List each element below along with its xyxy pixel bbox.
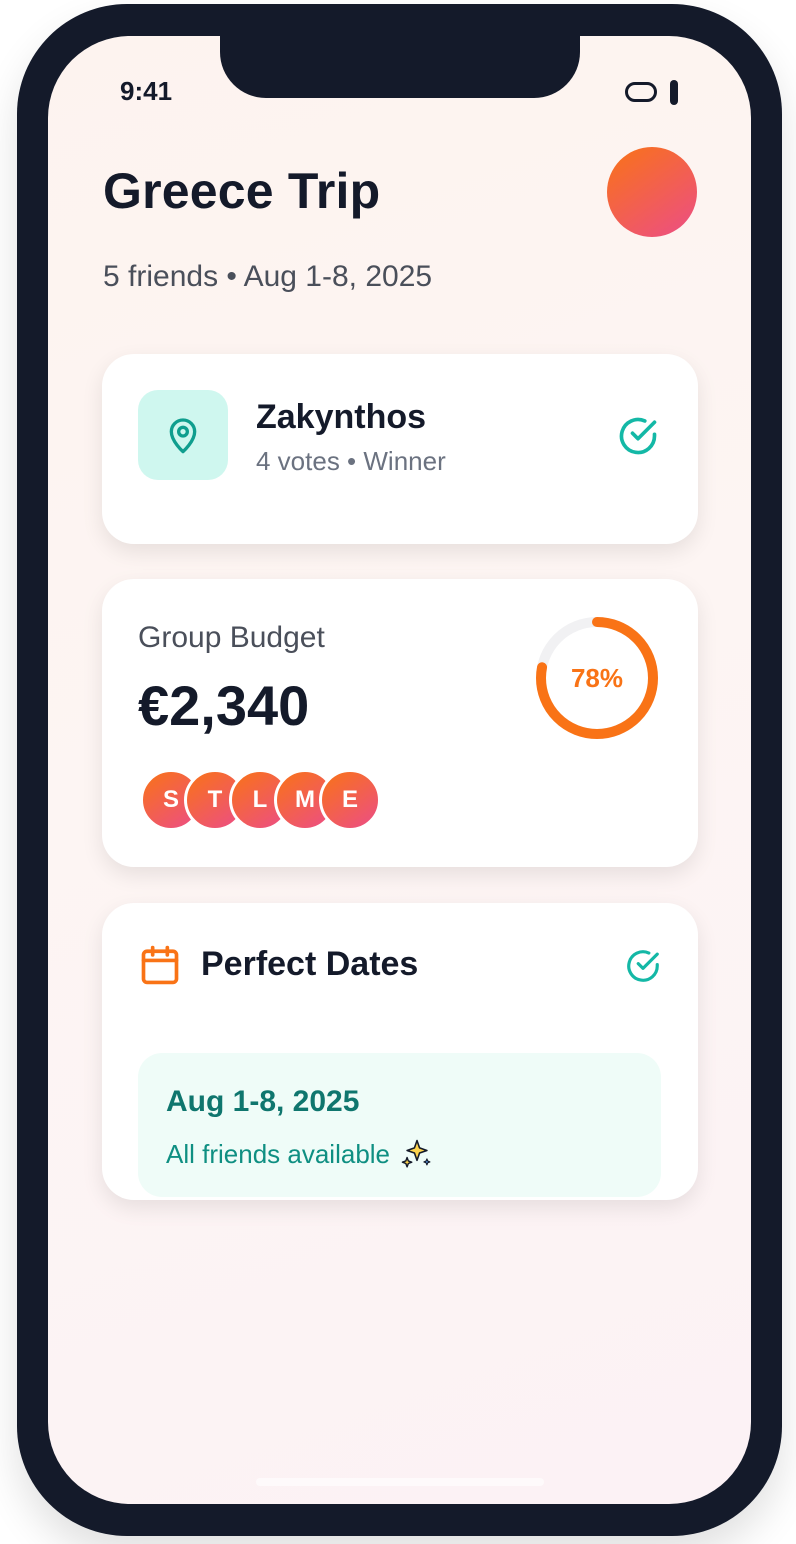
map-pin-icon [169,418,197,454]
calendar-icon [141,945,179,985]
destination-card[interactable]: Zakynthos 4 votes • Winner [102,354,698,544]
destination-meta: 4 votes • Winner [256,446,446,476]
dates-note: All friends available [166,1138,391,1169]
page-title: Greece Trip [103,163,381,219]
signal-icon [670,80,678,105]
app-screen: 9:41 Greece Trip 5 friends • Aug 1-8, 20… [48,36,751,1504]
member-avatar[interactable]: E [319,769,381,831]
location-tile [138,390,228,480]
budget-progress-label: 78% [570,662,624,693]
phone-frame: 9:41 Greece Trip 5 friends • Aug 1-8, 20… [17,4,782,1536]
budget-amount: €2,340 [138,674,310,737]
trip-subtitle: 5 friends • Aug 1-8, 2025 [103,260,433,293]
home-indicator[interactable] [256,1478,544,1486]
budget-label: Group Budget [138,621,325,654]
avatar[interactable] [607,147,697,237]
dates-note-row: All friends available [166,1137,434,1171]
budget-card[interactable]: Group Budget €2,340 78% S T L M E [102,579,698,867]
dates-card[interactable]: Perfect Dates Aug 1-8, 2025 All friends … [102,903,698,1200]
check-circle-icon [627,950,659,982]
dates-title: Perfect Dates [201,945,419,983]
status-time: 9:41 [120,76,173,106]
dates-range: Aug 1-8, 2025 [166,1085,360,1118]
sparkles-icon [401,1139,431,1168]
notch [220,36,580,98]
dates-highlight: Aug 1-8, 2025 All friends available [138,1053,661,1197]
check-circle-icon [619,417,657,455]
destination-name: Zakynthos [256,398,427,436]
battery-icon [625,82,657,102]
